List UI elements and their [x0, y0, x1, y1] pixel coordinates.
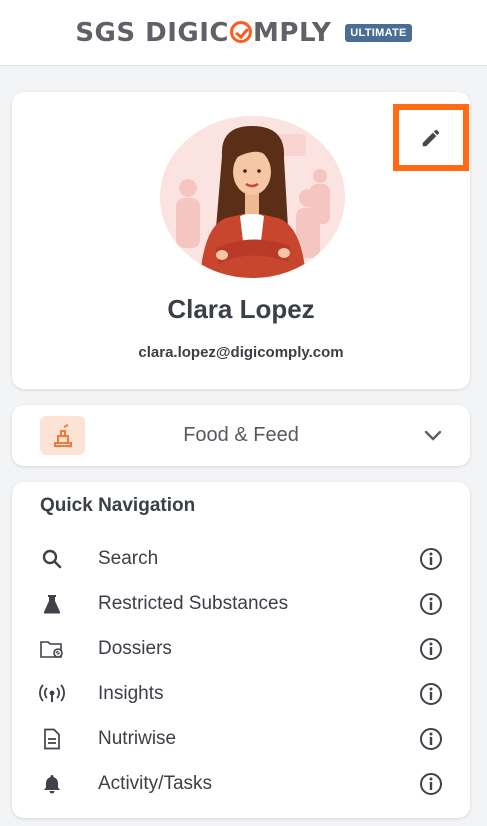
profile-email: clara.lopez@digicomply.com	[138, 344, 344, 361]
quick-navigation-title: Quick Navigation	[40, 495, 196, 516]
profile-card: Clara Lopez clara.lopez@digicomply.com	[12, 92, 470, 389]
info-icon[interactable]	[419, 727, 443, 751]
nav-item-label: Dossiers	[98, 638, 172, 659]
info-icon[interactable]	[419, 637, 443, 661]
folder-attachment-icon	[38, 637, 66, 661]
pencil-icon	[422, 129, 440, 146]
profile-name: Clara Lopez	[167, 294, 315, 324]
app-header: SGS DIGIC MPLY ULTIMATE	[0, 0, 487, 66]
quick-navigation-panel: Quick Navigation Search Restricted Subst…	[12, 482, 470, 818]
nav-item-label: Activity/Tasks	[98, 773, 213, 794]
info-icon[interactable]	[419, 772, 443, 796]
flask-icon	[38, 592, 66, 616]
bell-icon	[38, 772, 66, 796]
nav-item-search[interactable]: Search	[12, 539, 470, 579]
avatar	[160, 116, 345, 278]
nav-item-nutriwise[interactable]: Nutriwise	[12, 719, 470, 759]
broadcast-icon	[38, 682, 66, 706]
sgs-digicomply-logo[interactable]: SGS DIGIC MPLY ULTIMATE	[75, 17, 412, 48]
nav-item-label: Restricted Substances	[98, 593, 289, 614]
sector-label: Food & Feed	[183, 424, 299, 446]
nav-item-restricted-substances[interactable]: Restricted Substances	[12, 584, 470, 624]
ultimate-badge: ULTIMATE	[345, 23, 412, 42]
info-icon[interactable]	[419, 592, 443, 616]
sector-dropdown[interactable]: Food & Feed	[12, 405, 470, 466]
avatar-illustration	[160, 116, 345, 278]
nav-item-label: Search	[98, 548, 159, 569]
chevron-down-icon[interactable]	[422, 426, 444, 446]
nav-item-label: Nutriwise	[98, 728, 177, 749]
document-icon	[38, 727, 66, 751]
logo-check-o-icon	[230, 20, 253, 43]
nav-item-dossiers[interactable]: Dossiers	[12, 629, 470, 669]
logo-wordmark: SGS DIGIC MPLY	[75, 17, 332, 48]
info-icon[interactable]	[419, 547, 443, 571]
nav-item-label: Insights	[98, 683, 164, 704]
search-icon	[38, 547, 66, 571]
nav-item-insights[interactable]: Insights	[12, 674, 470, 714]
info-icon[interactable]	[419, 682, 443, 706]
nav-item-activity-tasks[interactable]: Activity/Tasks	[12, 764, 470, 804]
edit-profile-button[interactable]	[393, 104, 469, 171]
